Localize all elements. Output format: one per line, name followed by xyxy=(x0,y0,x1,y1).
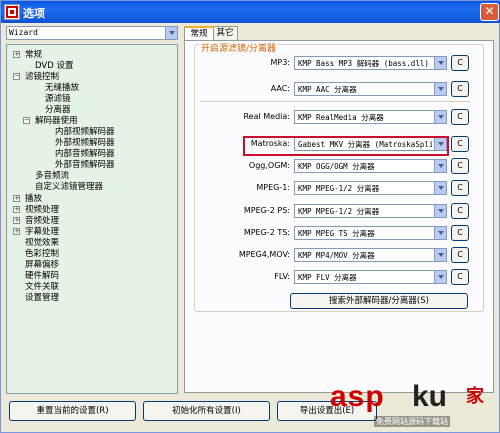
tree-item[interactable]: 源滤镜 xyxy=(45,94,71,104)
tree-item[interactable]: 分离器 xyxy=(45,105,71,115)
splitter-value: KMP MPEG-1/2 分离器 xyxy=(298,184,380,193)
tree-item[interactable]: 播放 xyxy=(25,194,42,204)
configure-button[interactable]: C xyxy=(451,81,469,97)
tree-item[interactable]: 常规 xyxy=(25,50,42,60)
configure-button[interactable]: C xyxy=(451,158,469,174)
chevron-down-icon[interactable] xyxy=(434,83,446,95)
reset-current-settings-button[interactable]: 重置当前的设置(R) xyxy=(9,401,136,421)
tree-item[interactable]: 多音频流 xyxy=(35,171,69,181)
watermark-asp: asp xyxy=(330,380,385,413)
splitter-value: KMP MPEG TS 分离器 xyxy=(298,229,375,238)
row-label: MP3: xyxy=(270,58,290,67)
splitter-select[interactable]: KMP OGG/OGM 分离器 xyxy=(294,159,447,173)
splitter-select[interactable]: KMP AAC 分离器 xyxy=(294,82,447,96)
configure-button[interactable]: C xyxy=(451,55,469,71)
separator xyxy=(200,101,470,102)
close-button[interactable]: ✕ xyxy=(480,3,499,21)
tree-item[interactable]: 滤镜控制 xyxy=(25,72,59,82)
initialize-all-settings-button[interactable]: 初始化所有设置(I) xyxy=(143,401,270,421)
chevron-down-icon[interactable] xyxy=(434,205,446,217)
chevron-down-icon[interactable] xyxy=(434,182,446,194)
splitter-value: KMP OGG/OGM 分离器 xyxy=(298,162,375,171)
tree-item[interactable]: 屏幕偏移 xyxy=(25,260,59,270)
settings-tree[interactable]: + 常规 DVD 设置 − 滤镜控制 无缝播放 源滤镜 分离器 − 解码器使用 内部视频解码器 外部视… xyxy=(6,44,178,394)
row-label: MPEG-1: xyxy=(256,183,290,192)
row-label: FLV: xyxy=(274,272,290,281)
tab-general[interactable]: 常规 xyxy=(184,26,214,41)
tree-item[interactable]: 内部视频解码器 xyxy=(55,127,115,137)
watermark-jia: 家 xyxy=(466,386,484,407)
tree-item[interactable]: 硬件解码 xyxy=(25,271,59,281)
tree-item[interactable]: 色彩控制 xyxy=(25,249,59,259)
splitter-select[interactable]: KMP MPEG-1/2 分离器 xyxy=(294,204,447,218)
title-bar[interactable]: 选项 ✕ xyxy=(1,1,500,23)
chevron-down-icon[interactable] xyxy=(434,160,446,172)
tree-expander-icon[interactable]: + xyxy=(13,217,20,224)
configure-button[interactable]: C xyxy=(451,203,469,219)
app-icon xyxy=(4,4,20,20)
row-label: MPEG-2 PS: xyxy=(243,206,290,215)
tree-expander-icon[interactable]: + xyxy=(13,195,20,202)
splitter-select[interactable]: KMP Bass MP3 解码器 (bass.dll) xyxy=(294,56,447,70)
configure-button[interactable]: C xyxy=(451,225,469,241)
chevron-down-icon[interactable] xyxy=(434,111,446,123)
tree-item[interactable]: 外部音频解码器 xyxy=(55,160,115,170)
tree-item[interactable]: 解码器使用 xyxy=(35,116,78,126)
chevron-down-icon[interactable] xyxy=(434,249,446,261)
tree-item[interactable]: 自定义滤镜管理器 xyxy=(35,182,103,192)
row-label: Real Media: xyxy=(243,112,290,121)
tree-item[interactable]: 视频处理 xyxy=(25,205,59,215)
tree-expander-icon[interactable]: + xyxy=(13,51,20,58)
row-label: MPEG4,MOV: xyxy=(238,250,290,259)
tree-item[interactable]: 外部视频解码器 xyxy=(55,138,115,148)
tree-item[interactable]: 无缝播放 xyxy=(45,83,79,93)
splitter-select[interactable]: KMP MPEG TS 分离器 xyxy=(294,226,447,240)
splitter-value: KMP AAC 分离器 xyxy=(298,85,357,94)
configure-button[interactable]: C xyxy=(451,136,469,152)
splitter-value: KMP MPEG-1/2 分离器 xyxy=(298,207,380,216)
splitter-value: KMP FLV 分离器 xyxy=(298,273,357,282)
matroska-highlight xyxy=(243,136,449,156)
tree-expander-icon[interactable]: + xyxy=(13,206,20,213)
chevron-down-icon[interactable] xyxy=(434,227,446,239)
tree-item[interactable]: 内部音频解码器 xyxy=(55,149,115,159)
configure-button[interactable]: C xyxy=(451,269,469,285)
tree-expander-icon[interactable]: + xyxy=(13,228,20,235)
tree-item[interactable]: 音频处理 xyxy=(25,216,59,226)
configure-button[interactable]: C xyxy=(451,109,469,125)
window-title: 选项 xyxy=(23,7,45,20)
tree-item[interactable]: DVD 设置 xyxy=(35,61,73,71)
tree-item[interactable]: 视觉效果 xyxy=(25,238,59,248)
profile-value: Wizard xyxy=(9,28,38,37)
splitter-select[interactable]: KMP MPEG-1/2 分离器 xyxy=(294,181,447,195)
splitter-select[interactable]: KMP RealMedia 分离器 xyxy=(294,110,447,124)
chevron-down-icon[interactable] xyxy=(434,271,446,283)
tree-expander-icon[interactable]: − xyxy=(13,73,20,80)
row-label: AAC: xyxy=(270,84,290,93)
tree-item[interactable]: 文件关联 xyxy=(25,282,59,292)
tab-other[interactable]: 其它 xyxy=(212,26,238,40)
watermark-ku: ku xyxy=(412,380,448,413)
configure-button[interactable]: C xyxy=(451,247,469,263)
splitter-select[interactable]: KMP MP4/MOV 分离器 xyxy=(294,248,447,262)
splitter-value: KMP MP4/MOV 分离器 xyxy=(298,251,375,260)
tree-item[interactable]: 设置管理 xyxy=(25,293,59,303)
row-label: MPEG-2 TS: xyxy=(243,228,290,237)
profile-select[interactable]: Wizard xyxy=(6,26,178,40)
configure-button[interactable]: C xyxy=(451,180,469,196)
tree-expander-icon[interactable]: − xyxy=(23,117,30,124)
watermark-logo: asp ku 家 免费网站源码下载站 xyxy=(326,380,496,430)
search-external-decoders-button[interactable]: 搜索外部解码器/分离器(S) xyxy=(290,293,468,309)
watermark-subtitle: 免费网站源码下载站 xyxy=(374,416,450,427)
chevron-down-icon[interactable] xyxy=(165,27,177,39)
chevron-down-icon[interactable] xyxy=(434,57,446,69)
tree-item[interactable]: 字幕处理 xyxy=(25,227,59,237)
group-title: 开启源滤镜/分离器 xyxy=(199,41,279,54)
splitter-select[interactable]: KMP FLV 分离器 xyxy=(294,270,447,284)
row-label: Ogg,OGM: xyxy=(248,161,290,170)
splitter-value: KMP RealMedia 分离器 xyxy=(298,113,384,122)
splitter-value: KMP Bass MP3 解码器 (bass.dll) xyxy=(298,59,429,68)
